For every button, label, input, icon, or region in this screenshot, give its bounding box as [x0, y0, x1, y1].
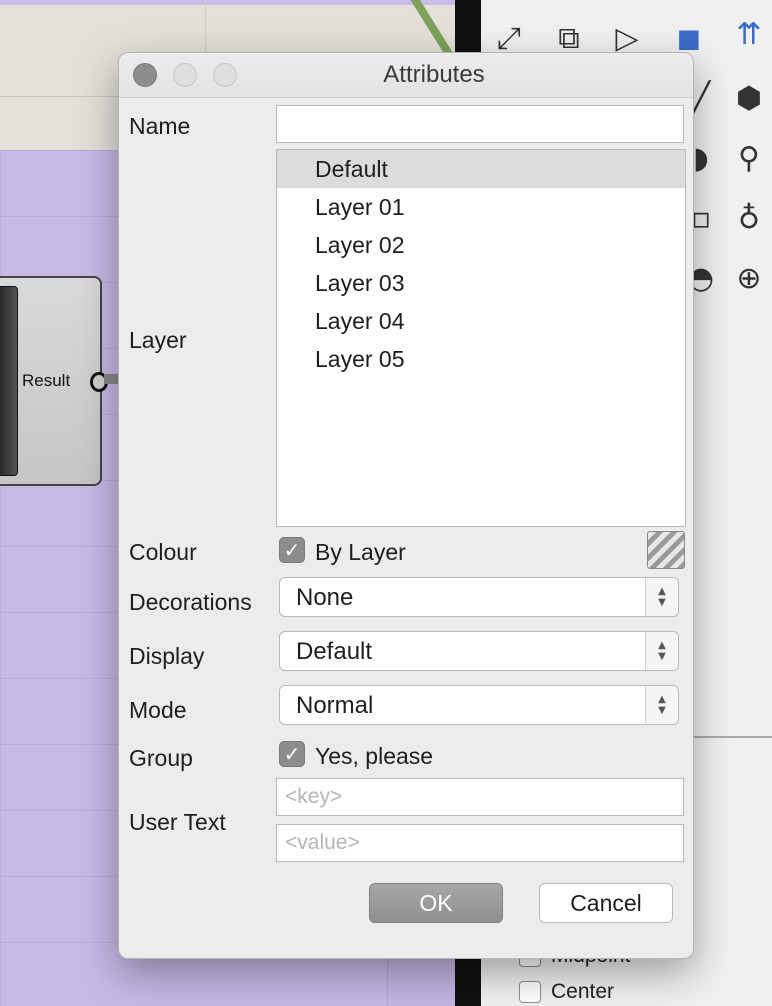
- chevron-updown-icon: ▲ ▼: [645, 578, 678, 616]
- layer-item-04[interactable]: Layer 04: [277, 302, 685, 340]
- layer-list[interactable]: Default Layer 01 Layer 02 Layer 03 Layer…: [276, 149, 686, 527]
- user-text-label: User Text: [129, 809, 226, 835]
- by-layer-label: By Layer: [315, 539, 406, 565]
- layer-item-03[interactable]: Layer 03: [277, 264, 685, 302]
- light-icon[interactable]: ♁: [729, 198, 769, 238]
- layer-item-default[interactable]: Default: [277, 150, 685, 188]
- name-field[interactable]: [276, 105, 684, 143]
- colour-swatch[interactable]: [647, 531, 685, 569]
- snap-center-label: Center: [551, 980, 615, 1003]
- mode-select[interactable]: Normal ▲ ▼: [279, 685, 679, 725]
- colour-label: Colour: [129, 539, 197, 565]
- chevron-updown-icon: ▲ ▼: [645, 686, 678, 724]
- mode-label: Mode: [129, 697, 187, 723]
- user-text-key-field[interactable]: [276, 778, 684, 816]
- snap-center[interactable]: Center: [519, 980, 614, 1004]
- snap-center-checkbox[interactable]: [519, 981, 541, 1003]
- layer-item-02[interactable]: Layer 02: [277, 226, 685, 264]
- panel-separator: [692, 736, 772, 738]
- group-label: Group: [129, 745, 193, 771]
- layer-item-05[interactable]: Layer 05: [277, 340, 685, 378]
- zoom-icon[interactable]: ⚲: [729, 138, 769, 178]
- extrude-icon[interactable]: ⇈: [729, 14, 769, 54]
- mode-value: Normal: [296, 692, 374, 719]
- chevron-updown-icon: ▲ ▼: [645, 632, 678, 670]
- display-label: Display: [129, 643, 205, 669]
- result-component[interactable]: Result: [0, 276, 108, 486]
- dialog-titlebar[interactable]: Attributes: [119, 53, 693, 98]
- dialog-title: Attributes: [383, 61, 485, 88]
- decorations-value: None: [296, 584, 354, 611]
- component-input-bar: [0, 286, 18, 476]
- user-text-value-field[interactable]: [276, 824, 684, 862]
- canvas-top-strip: [0, 0, 455, 5]
- display-value: Default: [296, 638, 373, 665]
- layer-item-01[interactable]: Layer 01: [277, 188, 685, 226]
- by-layer-checkbox[interactable]: ✓: [279, 537, 305, 563]
- solids-icon[interactable]: ⬢: [729, 78, 769, 118]
- sphere-icon[interactable]: ⊕: [729, 258, 769, 298]
- group-checkbox-label: Yes, please: [315, 743, 434, 769]
- attributes-dialog: Attributes Name Layer Default Layer 01 L…: [118, 52, 694, 959]
- decorations-select[interactable]: None ▲ ▼: [279, 577, 679, 617]
- name-label: Name: [129, 113, 191, 139]
- display-select[interactable]: Default ▲ ▼: [279, 631, 679, 671]
- ok-button[interactable]: OK: [369, 883, 503, 923]
- group-checkbox[interactable]: ✓: [279, 741, 305, 767]
- layer-label: Layer: [129, 327, 187, 353]
- component-label: Result: [22, 371, 71, 390]
- cancel-button[interactable]: Cancel: [539, 883, 673, 923]
- decorations-label: Decorations: [129, 589, 252, 615]
